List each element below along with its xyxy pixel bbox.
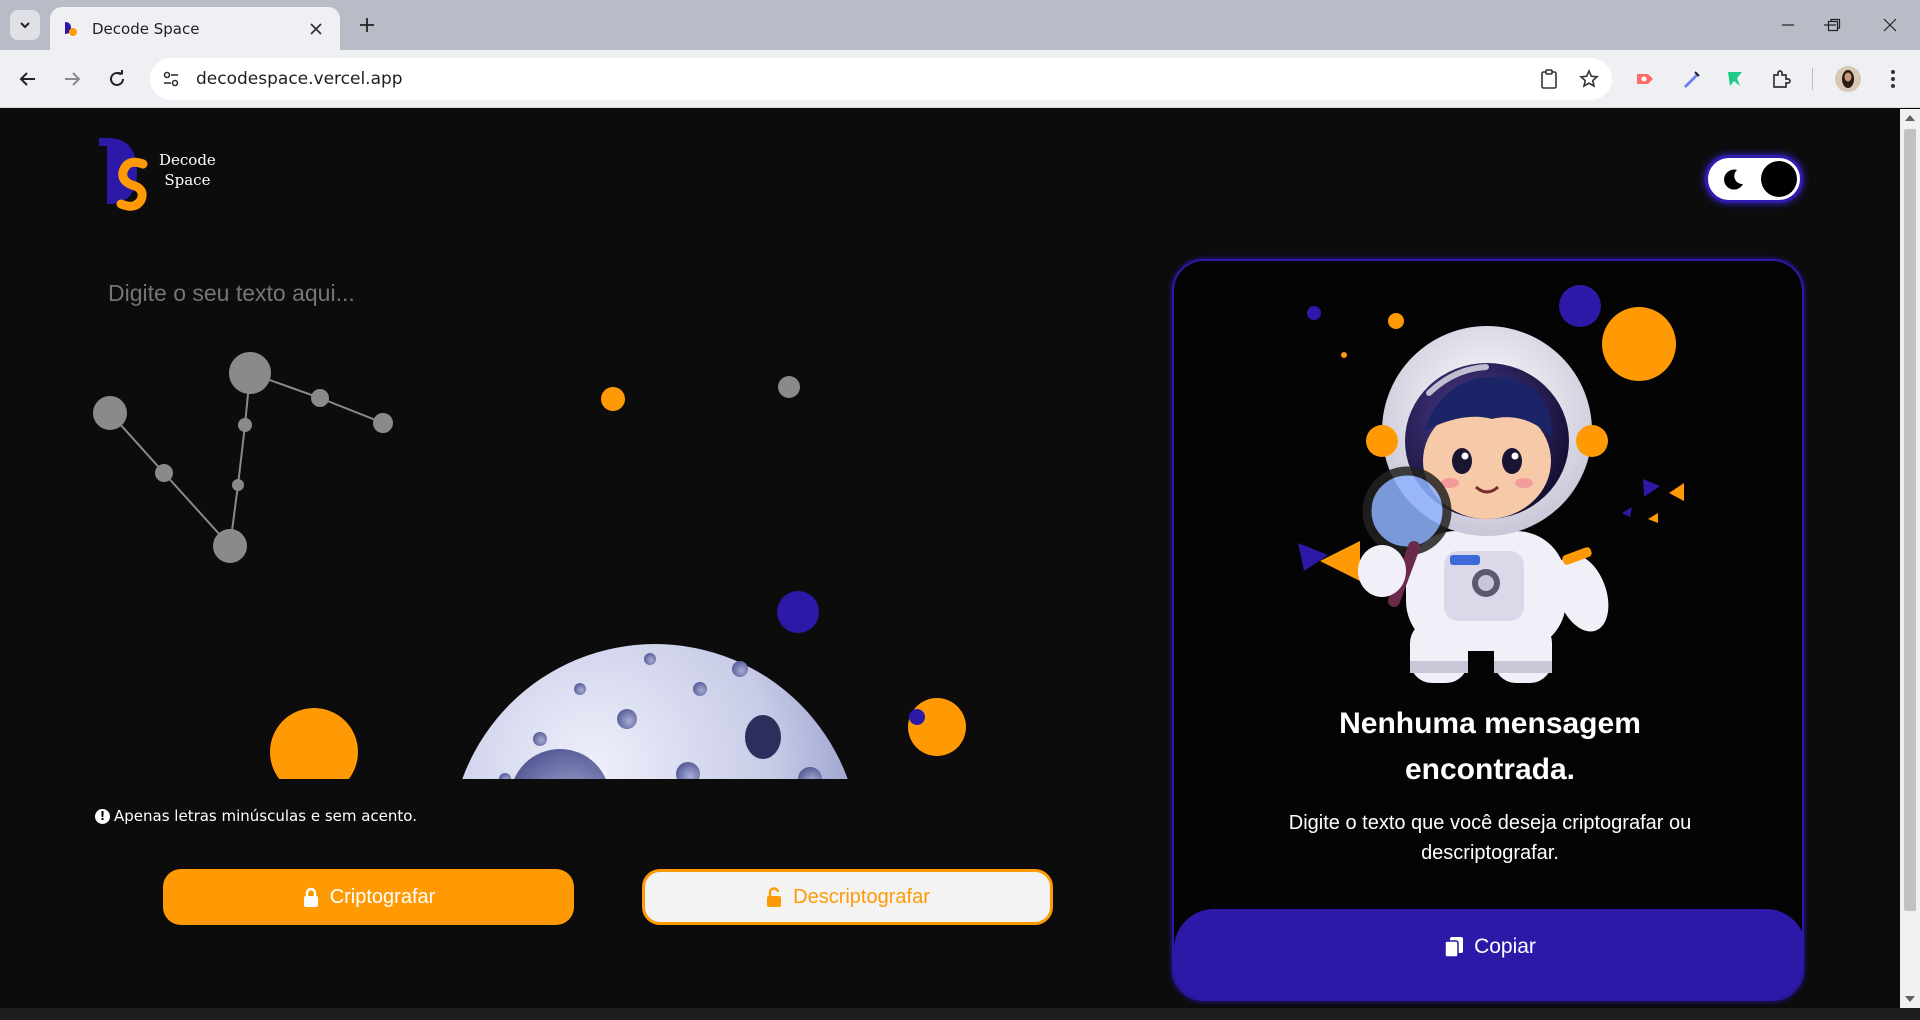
page-scrollbar[interactable] xyxy=(1900,109,1920,1008)
site-info-icon[interactable] xyxy=(154,62,188,96)
input-hint: ! Apenas letras minúsculas e sem acento. xyxy=(95,807,417,825)
copy-label: Copiar xyxy=(1474,935,1536,958)
tab-title: Decode Space xyxy=(92,19,200,38)
logo-line-2: Space xyxy=(164,171,211,189)
restore-button[interactable] xyxy=(1806,0,1862,50)
logo-text: Decode Space xyxy=(159,150,216,190)
moon-icon xyxy=(1724,169,1743,190)
arrow-left-icon xyxy=(19,72,35,86)
browser-tab-bar: Decode Space xyxy=(0,0,1920,50)
minimize-icon xyxy=(1782,24,1794,26)
blue-dot-icon xyxy=(777,591,819,633)
output-heading: Nenhuma mensagem encontrada. xyxy=(1339,707,1641,786)
info-icon: ! xyxy=(95,808,110,824)
constellation-icon xyxy=(93,352,393,563)
close-icon xyxy=(1883,18,1897,32)
copy-button[interactable]: Copiar xyxy=(1174,909,1802,999)
new-tab-button[interactable] xyxy=(352,10,382,40)
toolbar-divider xyxy=(1812,68,1813,90)
site-logo[interactable]: Decode Space xyxy=(97,134,227,214)
orange-planet-large-icon xyxy=(270,708,358,779)
gray-dot-icon xyxy=(778,376,800,398)
unlock-icon xyxy=(765,887,783,907)
site-favicon-icon xyxy=(62,20,80,38)
clipboard-icon[interactable] xyxy=(1532,62,1566,96)
reload-icon xyxy=(110,70,124,86)
extension-green-icon[interactable] xyxy=(1720,64,1750,94)
profile-avatar[interactable] xyxy=(1833,64,1863,94)
logo-line-1: Decode xyxy=(159,151,216,169)
encrypt-button[interactable]: Criptografar xyxy=(163,869,574,925)
extensions-puzzle-icon[interactable] xyxy=(1766,64,1796,94)
astronaut-icon xyxy=(1358,326,1609,683)
extension-pen-icon[interactable] xyxy=(1676,64,1706,94)
address-bar[interactable]: decodespace.vercel.app xyxy=(150,58,1612,100)
arrow-right-icon xyxy=(65,72,81,86)
orange-planet-icon xyxy=(908,698,966,756)
space-illustration xyxy=(93,352,966,779)
bookmark-star-icon[interactable] xyxy=(1572,62,1606,96)
scroll-down-icon[interactable] xyxy=(1905,996,1915,1002)
extension-record-icon[interactable] xyxy=(1630,64,1660,94)
copy-icon xyxy=(1444,936,1464,958)
browser-menu-icon[interactable] xyxy=(1878,64,1908,94)
hint-text: Apenas letras minúsculas e sem acento. xyxy=(114,807,417,825)
close-tab-icon[interactable] xyxy=(304,17,328,41)
url-text: decodespace.vercel.app xyxy=(196,69,403,89)
browser-toolbar: decodespace.vercel.app xyxy=(0,50,1920,108)
decrypt-button[interactable]: Descriptografar xyxy=(642,869,1053,925)
bottom-strip xyxy=(0,1008,1920,1020)
moon-planet-icon xyxy=(462,644,848,779)
output-card: Nenhuma mensagem encontrada. Digite o te… xyxy=(1172,259,1804,1001)
orange-dot-icon xyxy=(601,387,625,411)
reload-button[interactable] xyxy=(101,63,133,95)
toggle-knob xyxy=(1761,161,1797,197)
astronaut-illustration xyxy=(1298,285,1684,683)
lock-icon xyxy=(302,887,320,907)
page-viewport: Decode Space Digite o seu texto aqui... … xyxy=(0,109,1900,1008)
back-button[interactable] xyxy=(12,63,44,95)
scrollbar-thumb[interactable] xyxy=(1904,129,1916,911)
plus-icon xyxy=(360,18,374,32)
browser-tab[interactable]: Decode Space xyxy=(50,7,340,50)
chevron-down-icon xyxy=(20,22,30,29)
text-input[interactable] xyxy=(108,273,1008,313)
logo-mark-icon xyxy=(99,138,148,211)
forward-button[interactable] xyxy=(56,63,88,95)
encrypt-label: Criptografar xyxy=(329,885,436,908)
output-subtext: Digite o texto que você deseja criptogra… xyxy=(1288,812,1692,864)
close-window-button[interactable] xyxy=(1862,0,1918,50)
scroll-up-icon[interactable] xyxy=(1905,115,1915,121)
decrypt-label: Descriptografar xyxy=(793,885,930,908)
restore-icon xyxy=(1827,18,1841,32)
tab-search-button[interactable] xyxy=(10,10,40,40)
theme-toggle[interactable] xyxy=(1705,155,1803,203)
